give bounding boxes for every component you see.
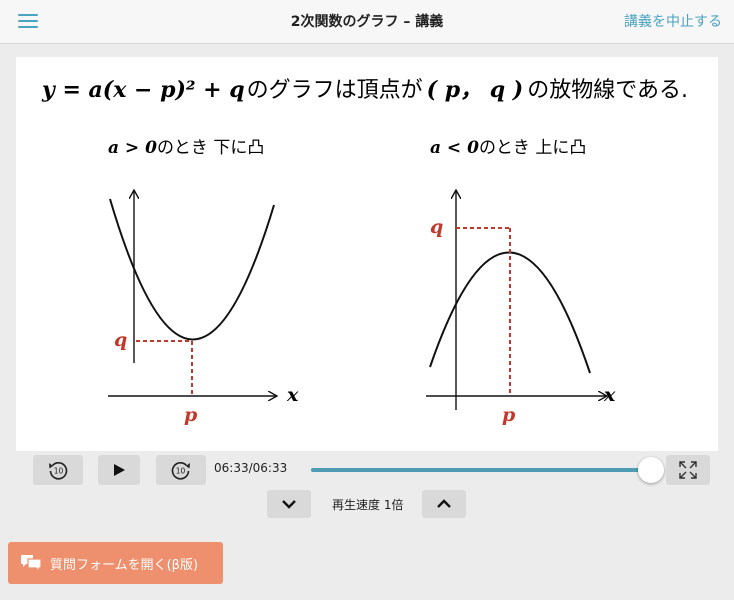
play-button[interactable] xyxy=(98,455,140,485)
lecture-slide: y = a(x − p)² + qのグラフは頂点が( p， q ) の放物線である… xyxy=(16,57,718,451)
progress-fill xyxy=(311,468,651,472)
slide-canvas: y = a(x − p)² + qのグラフは頂点が( p， q ) の放物線である… xyxy=(41,77,688,426)
top-bar: 2次関数のグラフ – 講義 講義を中止する xyxy=(0,0,734,44)
p-label: p xyxy=(502,404,516,426)
player-controls: 10 10 06:33/06:33 再生速度 1倍 xyxy=(0,451,734,531)
headline: y = a(x − p)² + qのグラフは頂点が( p， q ) の放物線である… xyxy=(41,77,688,103)
fullscreen-button[interactable] xyxy=(666,455,710,485)
rewind-icon: 10 xyxy=(49,462,68,480)
forward-icon: 10 xyxy=(171,462,190,480)
right-caption: a < 0のとき 上に凸 xyxy=(430,138,586,158)
formula-text: y = a(x − p)² + q xyxy=(41,77,245,103)
forward-10-button[interactable]: 10 xyxy=(156,455,206,485)
headline-text: のグラフは頂点が xyxy=(247,78,423,103)
q-label: q xyxy=(114,329,127,351)
progress-handle[interactable] xyxy=(638,457,664,483)
chat-bubbles-icon xyxy=(21,555,42,572)
rewind-seconds: 10 xyxy=(54,467,64,476)
speed-up-button[interactable] xyxy=(422,490,466,518)
fullscreen-expand-icon xyxy=(679,461,697,479)
q-label: q xyxy=(430,216,443,238)
p-label: p xyxy=(184,404,198,426)
graph-downward: q p x xyxy=(426,191,616,426)
x-label: x xyxy=(603,384,616,406)
headline-tail: の放物線である. xyxy=(527,78,688,103)
speed-down-button[interactable] xyxy=(267,490,311,518)
progress-slider[interactable] xyxy=(311,457,664,483)
x-label: x xyxy=(286,384,299,406)
stop-lecture-link[interactable]: 講義を中止する xyxy=(624,0,722,44)
chevron-up-icon xyxy=(437,499,451,508)
play-icon xyxy=(114,464,125,476)
left-caption: a > 0のとき 下に凸 xyxy=(108,138,264,158)
playback-speed-label: 再生速度 1倍 xyxy=(332,498,404,512)
rewind-10-button[interactable]: 10 xyxy=(33,455,83,485)
chevron-down-icon xyxy=(282,500,296,509)
open-question-form-button[interactable]: 質問フォームを開く(β版) xyxy=(8,542,223,584)
forward-seconds: 10 xyxy=(176,467,186,476)
graph-upward: q p x xyxy=(108,191,299,426)
hamburger-menu-icon[interactable] xyxy=(18,12,40,30)
question-form-label: 質問フォームを開く(β版) xyxy=(50,557,199,573)
vertex-text: ( p， q ) xyxy=(427,77,524,103)
time-display: 06:33/06:33 xyxy=(214,461,288,475)
